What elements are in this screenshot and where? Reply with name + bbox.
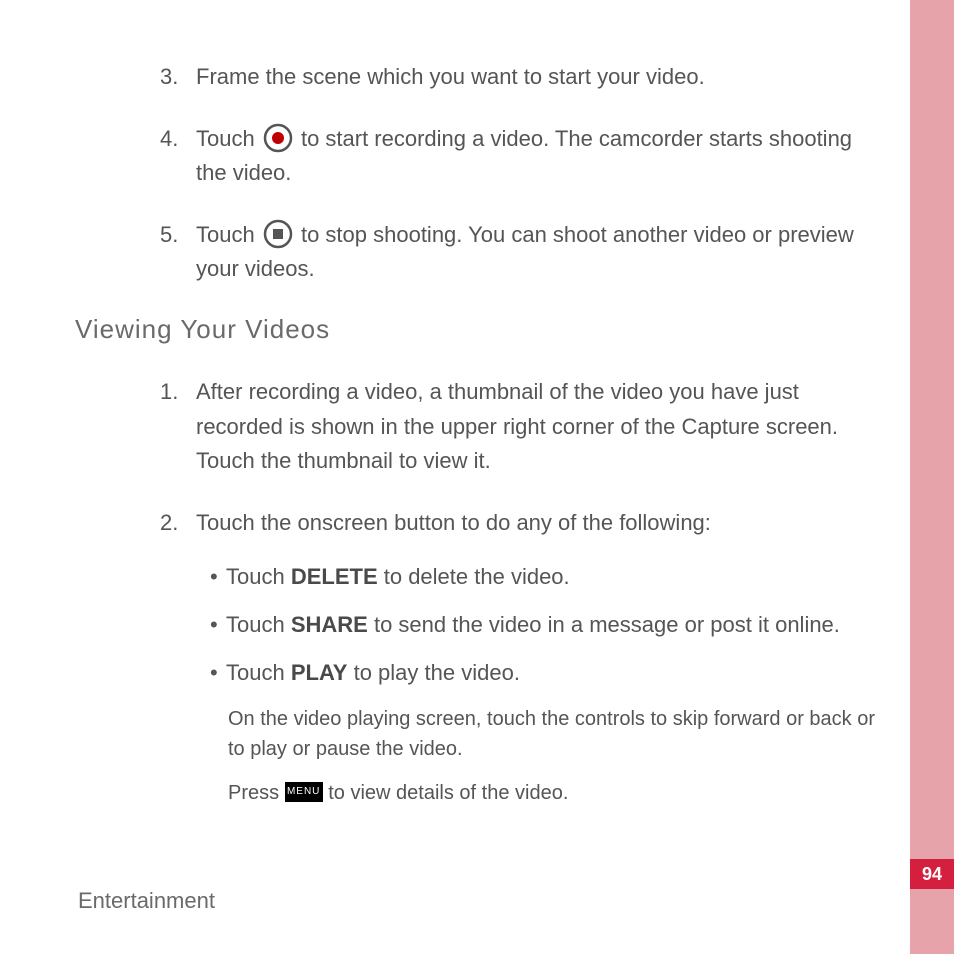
step-number: 4. <box>160 122 178 156</box>
bullet-play: Touch PLAY to play the video. <box>210 656 885 690</box>
step-4: 4. Touch to start recording a video. The… <box>160 122 885 190</box>
step-text: Frame the scene which you want to start … <box>196 64 705 89</box>
note-after: to view details of the video. <box>328 782 568 804</box>
bullet-bold: PLAY <box>291 660 348 685</box>
step-text: Touch the onscreen button to do any of t… <box>196 510 711 535</box>
record-icon <box>263 123 293 153</box>
bullet-share: Touch SHARE to send the video in a messa… <box>210 608 885 642</box>
page-content: 3. Frame the scene which you want to sta… <box>75 60 885 836</box>
bullet-after: to send the video in a message or post i… <box>368 612 840 637</box>
step-text-before: Touch <box>196 222 261 247</box>
step-text-after: to stop shooting. You can shoot another … <box>196 222 854 281</box>
bullet-delete: Touch DELETE to delete the video. <box>210 560 885 594</box>
note-before: Press <box>228 782 285 804</box>
page-number-badge: 94 <box>910 859 954 889</box>
step-5: 5. Touch to stop shooting. You can shoot… <box>160 218 885 286</box>
bullet-before: Touch <box>226 660 291 685</box>
footer-section-label: Entertainment <box>78 888 215 914</box>
step-text: After recording a video, a thumbnail of … <box>196 379 838 472</box>
note-playback: On the video playing screen, touch the c… <box>228 704 885 764</box>
step-3: 3. Frame the scene which you want to sta… <box>160 60 885 94</box>
bullet-bold: SHARE <box>291 612 368 637</box>
bullet-bold: DELETE <box>291 564 378 589</box>
action-bullets: Touch DELETE to delete the video. Touch … <box>210 560 885 690</box>
step-number: 5. <box>160 218 178 252</box>
note-menu: Press MENU to view details of the video. <box>228 778 885 808</box>
viewing-steps-list: 1. After recording a video, a thumbnail … <box>160 375 885 808</box>
menu-icon: MENU <box>285 782 323 802</box>
top-steps-list: 3. Frame the scene which you want to sta… <box>160 60 885 286</box>
step-text-before: Touch <box>196 126 261 151</box>
stop-icon <box>263 219 293 249</box>
sidebar-stripe <box>910 0 954 954</box>
bullet-before: Touch <box>226 612 291 637</box>
viewing-step-1: 1. After recording a video, a thumbnail … <box>160 375 885 477</box>
step-number: 2. <box>160 506 178 540</box>
viewing-step-2: 2. Touch the onscreen button to do any o… <box>160 506 885 808</box>
bullet-after: to play the video. <box>347 660 519 685</box>
step-text-after: to start recording a video. The camcorde… <box>196 126 852 185</box>
step-number: 3. <box>160 60 178 94</box>
bullet-before: Touch <box>226 564 291 589</box>
bullet-after: to delete the video. <box>378 564 570 589</box>
section-heading: Viewing Your Videos <box>75 314 885 345</box>
step-number: 1. <box>160 375 178 409</box>
